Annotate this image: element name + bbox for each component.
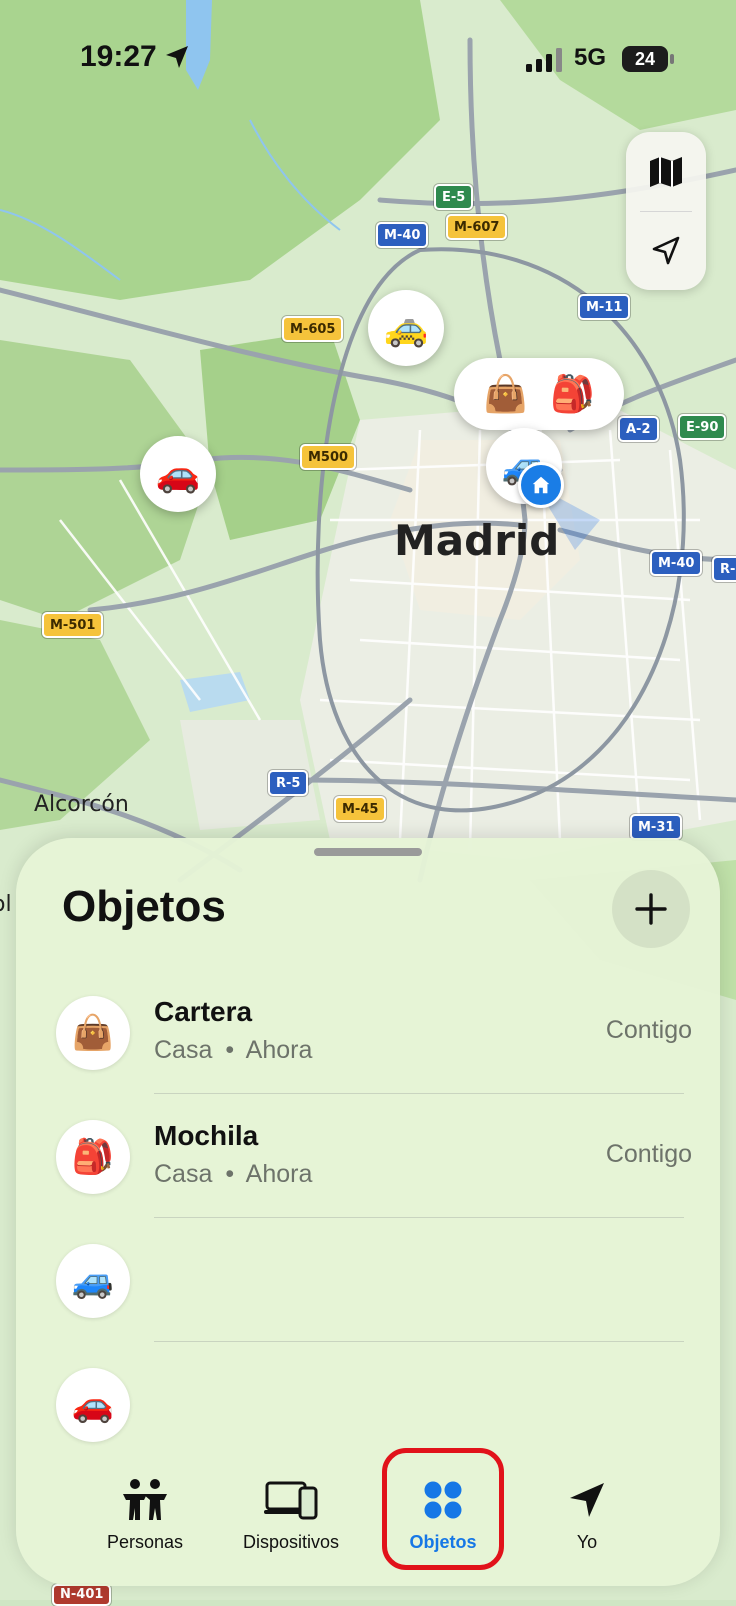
item-avatar: 🎒: [56, 1120, 130, 1194]
town-label-alcorcon: Alcorcón: [34, 792, 129, 817]
item-avatar: 🚙: [56, 1244, 130, 1318]
network-type: 5G: [574, 44, 607, 71]
status-bar: 19:27 5G 24: [0, 0, 736, 120]
taxi-pin[interactable]: 🚕: [368, 290, 444, 366]
red-car-icon: 🚗: [155, 453, 201, 494]
items-sheet: Objetos 👜 Cartera Casa • Ahora Contigo 🎒…: [16, 838, 720, 1586]
battery-cap: [670, 54, 674, 64]
item-separator: •: [225, 1036, 235, 1064]
item-location: Casa: [154, 1036, 213, 1064]
location-services-icon: [166, 46, 188, 68]
location-arrow-icon: [652, 236, 680, 264]
red-car-pin[interactable]: 🚗: [140, 436, 216, 512]
road-shield-e5: E-5: [434, 184, 474, 210]
items-cluster-pin[interactable]: 👜 🎒: [454, 358, 624, 430]
purse-icon: 👜: [71, 1014, 115, 1052]
battery-icon: 24: [622, 46, 668, 72]
road-shield-m501: M-501: [42, 612, 104, 638]
item-separator: •: [225, 1160, 235, 1188]
plus-icon: [635, 893, 667, 925]
tab-label: Yo: [576, 1532, 598, 1552]
road-shield-r3: R-3: [712, 556, 736, 582]
item-row-blue-car[interactable]: 🚙: [16, 1218, 720, 1342]
item-name: Mochila: [154, 1120, 259, 1151]
road-shield-m40-top: M-40: [376, 222, 429, 248]
people-icon: [123, 1479, 167, 1520]
road-shield-a2: A-2: [618, 416, 659, 442]
map-style-button[interactable]: [626, 132, 706, 211]
road-shield-r5: R-5: [268, 770, 309, 796]
blue-car-icon: 🚙: [71, 1262, 115, 1300]
item-avatar: 🚗: [56, 1368, 130, 1442]
highlight-box: [382, 1448, 504, 1570]
home-pin[interactable]: [518, 462, 564, 508]
item-location: Casa: [154, 1160, 213, 1188]
item-distance: Contigo: [605, 1140, 692, 1168]
road-shield-m605: M-605: [282, 316, 344, 342]
road-shield-m45: M-45: [334, 796, 387, 822]
item-avatar: 👜: [56, 996, 130, 1070]
add-item-button[interactable]: [612, 870, 690, 948]
town-label-partial: ol: [0, 892, 12, 917]
battery-level: 24: [634, 49, 656, 69]
item-time: Ahora: [245, 1036, 313, 1064]
item-row-mochila[interactable]: 🎒 Mochila Casa • Ahora Contigo: [16, 1094, 720, 1218]
item-distance: Contigo: [605, 1016, 692, 1044]
red-car-icon: 🚗: [71, 1386, 115, 1424]
sheet-title: Objetos: [62, 882, 226, 931]
map-controls: [626, 132, 706, 290]
item-name: Cartera: [154, 996, 253, 1027]
status-time: 19:27: [80, 40, 157, 73]
location-arrow-icon: [570, 1483, 604, 1517]
road-shield-m500: M500: [300, 444, 357, 470]
map-icon: [650, 156, 682, 187]
backpack-icon: 🎒: [71, 1138, 115, 1176]
item-subtitle: Casa • Ahora: [154, 1160, 312, 1189]
road-shield-e90: E-90: [678, 414, 727, 440]
backpack-icon: 🎒: [550, 373, 595, 414]
tab-dispositivos[interactable]: Dispositivos: [216, 1442, 366, 1572]
locate-me-button[interactable]: [626, 211, 706, 290]
city-label-madrid: Madrid: [394, 516, 560, 565]
tab-yo[interactable]: Yo: [512, 1442, 662, 1572]
signal-icon: [526, 48, 562, 72]
road-shield-m11: M-11: [578, 294, 631, 320]
item-time: Ahora: [245, 1160, 313, 1188]
item-row-cartera[interactable]: 👜 Cartera Casa • Ahora Contigo: [16, 970, 720, 1094]
item-subtitle: Casa • Ahora: [154, 1036, 312, 1065]
sheet-grabber[interactable]: [314, 848, 422, 856]
devices-icon: [264, 1481, 318, 1520]
purse-icon: 👜: [483, 373, 528, 414]
road-shield-n401: N-401: [52, 1584, 112, 1606]
tab-bar: Personas Dispositivos Objetos Yo: [16, 1442, 720, 1572]
taxi-icon: 🚕: [383, 307, 429, 348]
road-shield-m607: M-607: [446, 214, 508, 240]
road-shield-m40-right: M-40: [650, 550, 703, 576]
road-shield-m31: M-31: [630, 814, 683, 840]
home-icon: [532, 476, 550, 494]
